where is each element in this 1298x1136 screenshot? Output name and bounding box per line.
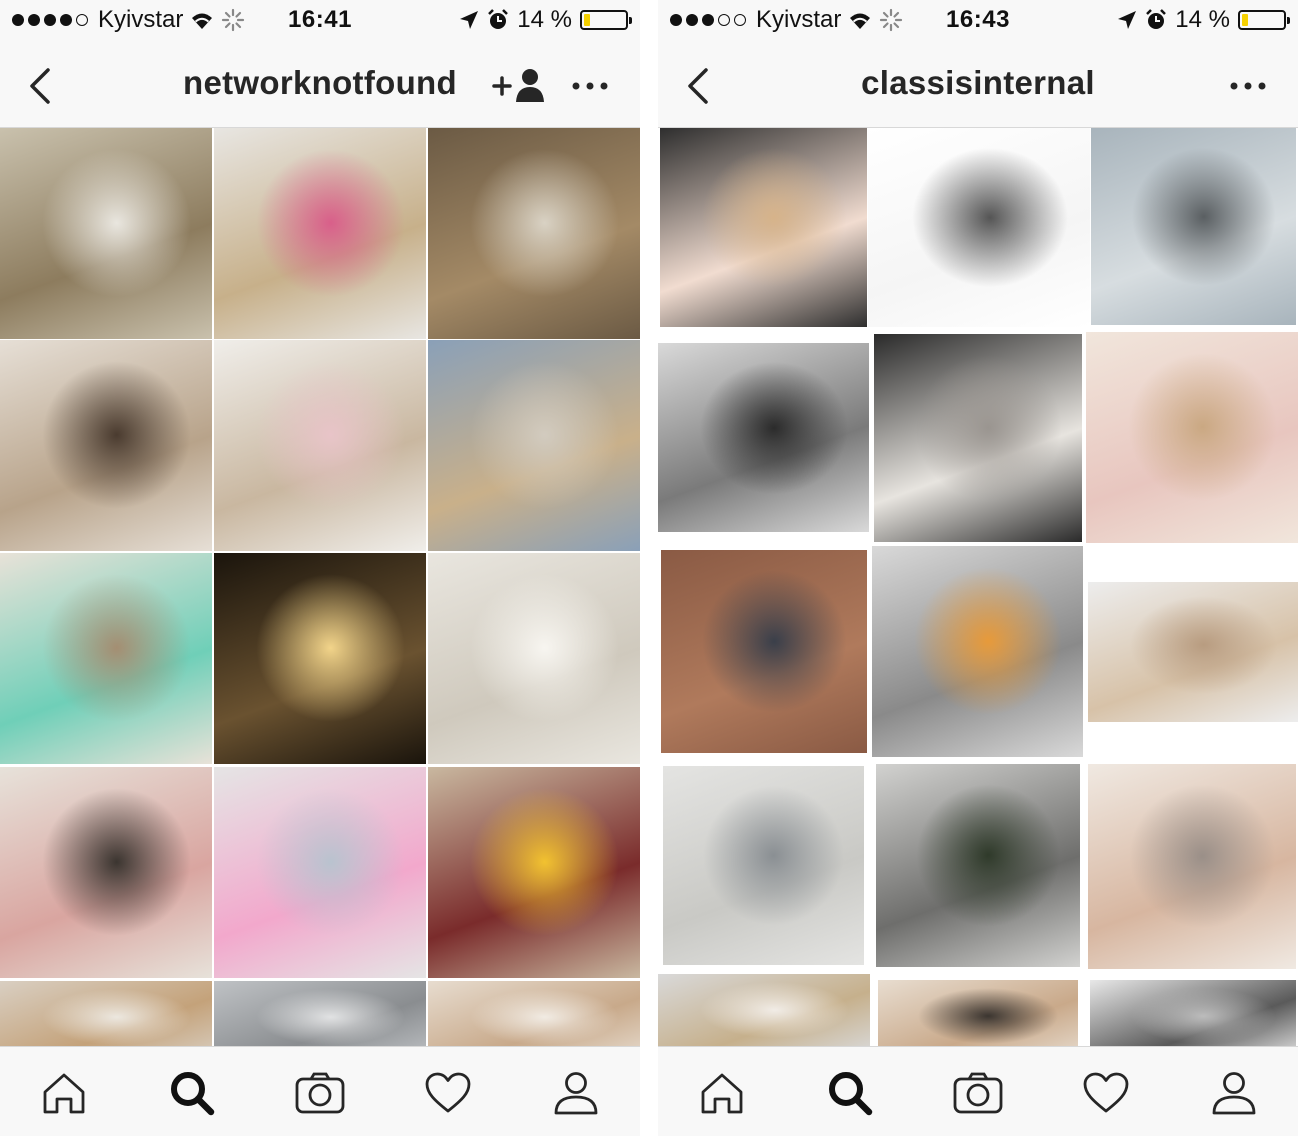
wifi-icon	[192, 13, 213, 29]
tab-home[interactable]	[692, 1065, 752, 1121]
heart-icon	[425, 1072, 471, 1113]
location-arrow-icon	[1118, 11, 1137, 29]
profile-username-title: classisinternal	[861, 64, 1095, 101]
battery-percentage: 14 %	[517, 6, 572, 33]
photo-building-tree[interactable]	[876, 764, 1080, 967]
photo-selfie-red-lips[interactable]	[0, 340, 212, 551]
photo-partial-palms[interactable]	[1090, 980, 1296, 1046]
heart-icon	[1083, 1072, 1129, 1113]
location-arrow-icon	[460, 11, 479, 29]
more-options-icon[interactable]	[568, 74, 612, 98]
profile-icon	[554, 1072, 598, 1115]
more-options-icon[interactable]	[1226, 74, 1270, 98]
photo-grid	[658, 128, 1298, 1046]
signal-strength-icon	[12, 14, 88, 26]
loading-spinner-icon	[880, 8, 903, 32]
photo-cotton-candy[interactable]	[214, 767, 426, 978]
tab-profile[interactable]	[546, 1065, 606, 1121]
search-icon	[171, 1072, 215, 1116]
photo-museum-statue[interactable]	[428, 128, 640, 339]
navigation-bar: networknotfound	[0, 42, 640, 128]
search-icon	[829, 1072, 873, 1116]
photo-magazine-collage[interactable]	[872, 546, 1083, 757]
photo-hat-lace-dress[interactable]	[663, 766, 864, 965]
alarm-clock-icon	[488, 9, 509, 29]
photo-lit-building-night[interactable]	[214, 553, 426, 764]
tab-profile[interactable]	[1204, 1065, 1264, 1121]
battery-fill	[584, 14, 590, 26]
photo-bw-desert-hat[interactable]	[658, 343, 869, 532]
follow-user-icon[interactable]	[490, 66, 550, 106]
battery-percentage: 14 %	[1175, 6, 1230, 33]
status-bar: Kyivstar 16:41 14 %	[0, 0, 640, 42]
tab-home[interactable]	[34, 1065, 94, 1121]
photo-poem-text[interactable]	[868, 128, 1090, 327]
profile-icon	[1212, 1072, 1256, 1115]
tab-camera[interactable]	[290, 1065, 350, 1121]
loading-spinner-icon	[222, 8, 245, 32]
photo-magazine-kitten[interactable]	[1086, 332, 1298, 543]
photo-magazine-spread[interactable]	[1088, 764, 1296, 969]
photo-partial-face[interactable]	[428, 981, 640, 1046]
photo-grid	[0, 128, 640, 1046]
photo-brick-wall-girl[interactable]	[661, 550, 867, 753]
home-icon	[43, 1073, 85, 1114]
status-bar: Kyivstar 16:43 14 %	[658, 0, 1298, 42]
photo-milkshakes-table[interactable]	[214, 340, 426, 551]
carrier-name: Kyivstar	[756, 6, 842, 33]
tab-search[interactable]	[162, 1065, 222, 1121]
photo-white-roses[interactable]	[428, 553, 640, 764]
signal-strength-icon	[670, 14, 746, 26]
battery-fill	[1242, 14, 1248, 26]
wifi-icon	[850, 13, 871, 29]
photo-partial-selfie[interactable]	[0, 981, 212, 1046]
photo-cafe-table-top[interactable]	[0, 553, 212, 764]
tab-activity[interactable]	[1076, 1065, 1136, 1121]
photo-girl-sunglasses-denim[interactable]	[428, 340, 640, 551]
photo-partial-portrait[interactable]	[658, 974, 870, 1046]
photo-partial-closeup[interactable]	[878, 980, 1078, 1046]
photo-sea-rock[interactable]	[1091, 128, 1296, 325]
tab-search[interactable]	[820, 1065, 880, 1121]
screen-networknotfound: Kyivstar 16:41 14 % networknotfound	[0, 0, 640, 1136]
photo-lying-girl[interactable]	[1088, 582, 1298, 722]
carrier-name: Kyivstar	[98, 6, 184, 33]
screen-classisinternal: Kyivstar 16:43 14 % classisinternal	[658, 0, 1298, 1136]
battery-icon	[1238, 10, 1290, 30]
photo-street-taxi[interactable]	[428, 767, 640, 978]
tab-camera[interactable]	[948, 1065, 1008, 1121]
photo-partial-mall[interactable]	[214, 981, 426, 1046]
photo-mdma-sweater[interactable]	[660, 128, 867, 327]
navigation-bar: classisinternal	[658, 42, 1298, 128]
photo-building-facade[interactable]	[0, 128, 212, 339]
photo-girl-with-roses[interactable]	[214, 128, 426, 339]
camera-icon	[295, 1072, 345, 1114]
home-icon	[701, 1073, 743, 1114]
camera-icon	[953, 1072, 1003, 1114]
battery-icon	[580, 10, 632, 30]
photo-phone-sunglasses[interactable]	[0, 767, 212, 978]
tab-bar	[0, 1046, 640, 1136]
tab-bar	[658, 1046, 1298, 1136]
tab-activity[interactable]	[418, 1065, 478, 1121]
alarm-clock-icon	[1146, 9, 1167, 29]
photo-white-sneakers[interactable]	[874, 334, 1082, 542]
